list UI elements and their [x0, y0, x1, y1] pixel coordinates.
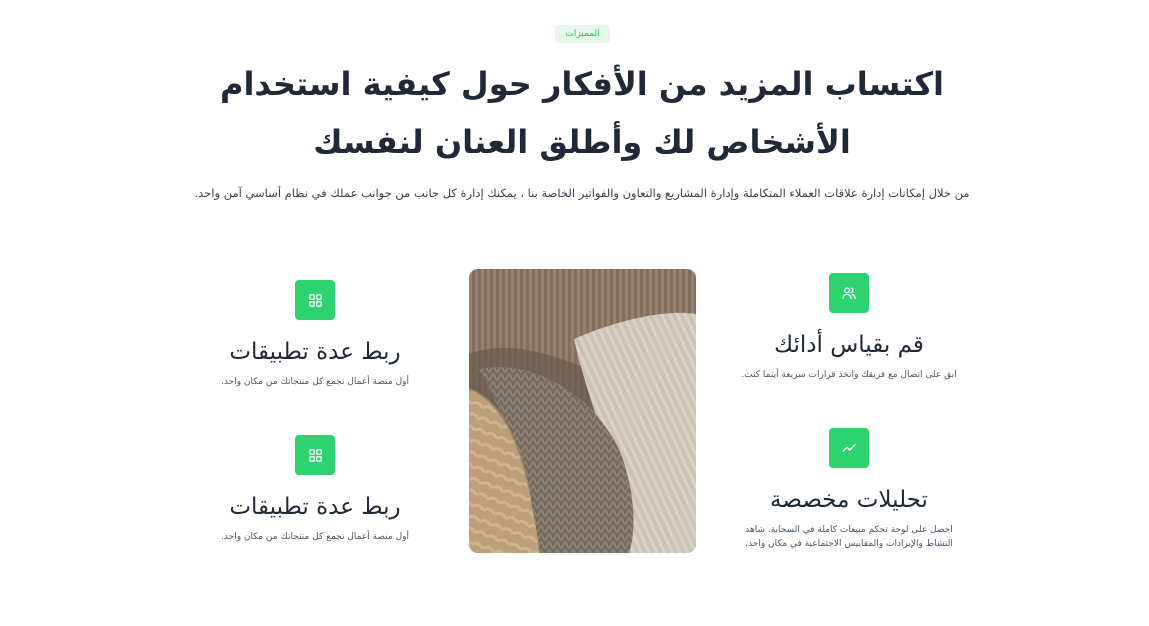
grid-icon — [295, 435, 335, 475]
section-title: اكتساب المزيد من الأفكار حول كيفية استخد… — [200, 55, 964, 171]
feature-description: أول منصة أعمال تجمع كل منتجاتك من مكان و… — [221, 532, 409, 542]
feature-description: احصل على لوحة تحكم مبيعات كاملة في السحا… — [745, 525, 953, 549]
knitted-sweaters-image — [469, 269, 696, 553]
section-badge: المميزات — [555, 25, 610, 43]
trending-icon — [829, 428, 869, 468]
feature-measure-performance: قم بقياس أدائك ابق على اتصال مع فريقك وا… — [735, 273, 963, 382]
section-description: من خلال إمكانات إدارة علاقات العملاء الم… — [194, 186, 970, 200]
title-line-2: الأشخاص لك وأطلق العنان لنفسك — [313, 123, 851, 161]
feature-connect-apps: ربط عدة تطبيقات أول منصة أعمال تجمع كل م… — [215, 280, 415, 389]
feature-title: تحليلات مخصصة — [770, 487, 928, 513]
feature-connect-apps-2: ربط عدة تطبيقات أول منصة أعمال تجمع كل م… — [215, 435, 415, 544]
feature-title: ربط عدة تطبيقات — [229, 494, 401, 520]
feature-description: ابق على اتصال مع فريقك واتخذ قرارات سريع… — [741, 370, 957, 380]
feature-custom-analytics: تحليلات مخصصة احصل على لوحة تحكم مبيعات … — [735, 428, 963, 551]
grid-icon — [295, 280, 335, 320]
title-line-1: اكتساب المزيد من الأفكار حول كيفية استخد… — [220, 65, 944, 103]
feature-title: قم بقياس أدائك — [774, 332, 924, 358]
users-icon — [829, 273, 869, 313]
feature-description: أول منصة أعمال تجمع كل منتجاتك من مكان و… — [221, 377, 409, 387]
feature-title: ربط عدة تطبيقات — [229, 339, 401, 365]
